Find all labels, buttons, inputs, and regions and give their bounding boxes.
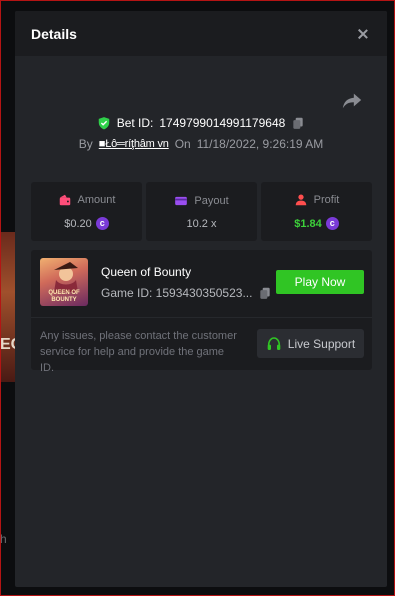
- copy-icon[interactable]: [291, 116, 305, 130]
- share-icon[interactable]: [341, 89, 363, 111]
- bet-author-line: By ■Łô═ríţhâm vn On 11/18/2022, 9:26:19 …: [15, 137, 387, 151]
- stat-amount-label: Amount: [77, 194, 116, 206]
- stat-amount-value: $0.20: [64, 217, 92, 230]
- stat-payout-header: Payout: [174, 194, 229, 208]
- stat-payout-value-wrap: 10.2 x: [187, 218, 217, 230]
- stat-profit-header: Profit: [294, 193, 340, 207]
- bet-datetime: 11/18/2022, 9:26:19 AM: [196, 137, 324, 151]
- stat-profit-value: $1.84: [294, 217, 322, 230]
- stat-profit-value-wrap: $1.84 c: [294, 217, 339, 230]
- divider: [31, 317, 372, 318]
- on-label: On: [174, 137, 191, 151]
- play-now-button[interactable]: Play Now: [276, 270, 364, 294]
- background-text-fragment: h: [0, 532, 7, 546]
- user-profit-icon: [295, 194, 306, 206]
- background-game-card: [0, 232, 16, 382]
- game-thumbnail[interactable]: QUEEN OF BOUNTY: [40, 258, 88, 306]
- live-support-label: Live Support: [287, 336, 356, 351]
- stat-profit-label: Profit: [313, 194, 340, 206]
- headset-icon: [267, 336, 281, 350]
- live-support-button[interactable]: Live Support: [257, 329, 364, 358]
- coin-icon: c: [325, 217, 339, 230]
- game-thumbnail-text: QUEEN OF BOUNTY: [48, 290, 80, 303]
- modal-header: Details: [15, 11, 387, 56]
- stat-payout-value: 10.2 x: [186, 217, 217, 230]
- stat-payout: Payout 10.2 x: [146, 182, 257, 241]
- game-name: Queen of Bounty: [101, 265, 192, 279]
- copy-icon[interactable]: [258, 286, 272, 300]
- close-icon[interactable]: [355, 26, 371, 42]
- coin-icon: c: [95, 217, 109, 230]
- modal-title: Details: [31, 25, 77, 42]
- support-message: Any issues, please contact the customer …: [40, 330, 237, 374]
- game-id-line: Game ID: 1593430350523...: [101, 286, 272, 300]
- stat-amount: Amount $0.20 c: [31, 182, 142, 241]
- stat-amount-header: Amount: [58, 193, 116, 207]
- by-label: By: [78, 137, 93, 151]
- user-link[interactable]: ■Łô═ríţhâm vn: [99, 138, 169, 150]
- game-id-value: Game ID: 1593430350523...: [101, 286, 253, 300]
- card-icon: [175, 196, 188, 205]
- details-modal: Details Bet ID: 1749799014991179648 By ■…: [15, 11, 387, 587]
- stats-row: Amount $0.20 c Payout 10.2 x Profit $1.8…: [31, 182, 372, 241]
- bet-id-line: Bet ID: 1749799014991179648: [15, 116, 387, 130]
- game-card: QUEEN OF BOUNTY Queen of Bounty Game ID:…: [31, 250, 372, 374]
- bet-id-value: 1749799014991179648: [159, 116, 286, 130]
- stat-amount-value-wrap: $0.20 c: [64, 217, 109, 230]
- wallet-icon: [59, 194, 70, 206]
- bet-id-label: Bet ID:: [116, 116, 154, 130]
- shield-check-icon: [98, 117, 109, 130]
- stat-payout-label: Payout: [194, 194, 229, 207]
- stat-profit: Profit $1.84 c: [261, 182, 372, 241]
